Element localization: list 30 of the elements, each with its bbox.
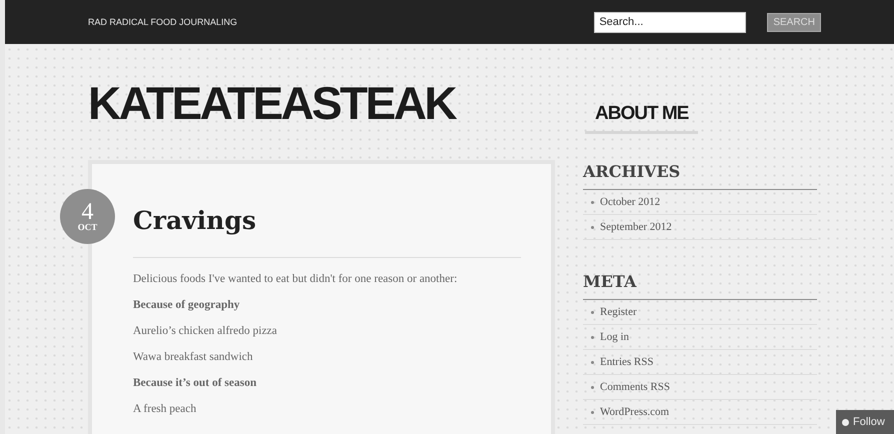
site-tagline: RAD RADICAL FOOD JOURNALING xyxy=(88,17,238,27)
post-title: Cravings xyxy=(133,194,521,258)
post-paragraph: Delicious foods I've wanted to eat but didn't for one reason or another: xyxy=(133,272,458,287)
follow-button[interactable]: Follow xyxy=(836,410,894,434)
sidebar-link[interactable]: Comments RSS xyxy=(583,375,817,400)
sidebar-link[interactable]: Entries RSS xyxy=(583,350,817,375)
post-subheading: Because it’s out of season xyxy=(133,376,258,391)
post-paragraph: Aurelio’s chicken alfredo pizza xyxy=(133,324,278,339)
bullet-icon xyxy=(591,200,594,204)
search-field[interactable]: Search... xyxy=(594,12,746,32)
sidebar-link[interactable]: Log in xyxy=(583,325,817,350)
post-subheading: Because of geography xyxy=(133,298,241,313)
post-paragraph: A fresh peach xyxy=(133,402,198,417)
date-month: OCT xyxy=(78,222,98,232)
bullet-icon xyxy=(591,360,594,364)
site-title[interactable]: KATEATEASTEAK xyxy=(88,76,456,130)
widget-title: ARCHIVES xyxy=(583,160,817,190)
sidebar-link[interactable]: September 2012 xyxy=(583,215,817,240)
post-paragraph: Wawa breakfast sandwich xyxy=(133,350,254,365)
sidebar-link[interactable]: Register xyxy=(583,300,817,325)
date-day: 4 xyxy=(82,202,94,222)
bullet-icon xyxy=(591,310,594,314)
bullet-icon xyxy=(591,410,594,414)
widget-title: META xyxy=(583,270,817,300)
bullet-icon xyxy=(591,226,594,228)
sidebar-link[interactable]: October 2012 xyxy=(583,190,817,215)
bullet-icon xyxy=(591,386,594,388)
bullet-icon xyxy=(591,336,594,338)
nav-tab[interactable]: ABOUT ME xyxy=(585,101,698,134)
sidebar-link[interactable]: WordPress.com xyxy=(583,400,817,425)
